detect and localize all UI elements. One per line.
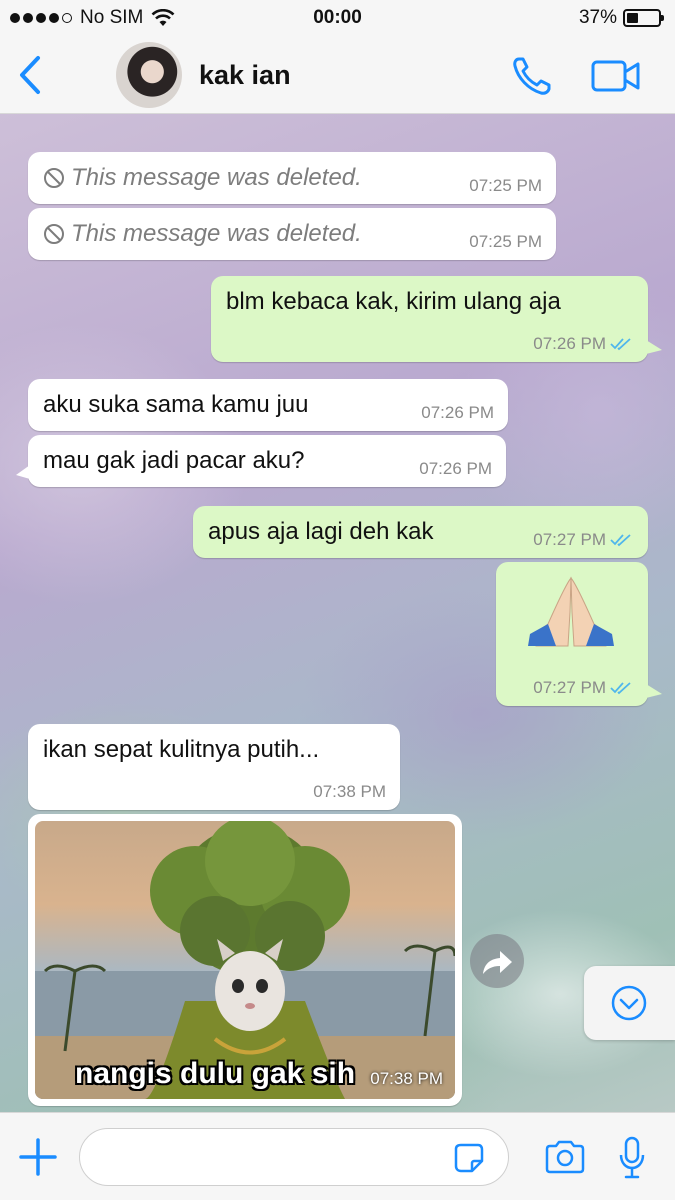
message-text: This message was deleted.	[71, 164, 362, 191]
deleted-message[interactable]: This message was deleted. 07:25 PM	[28, 208, 556, 260]
message-text: ikan sepat kulitnya putih...	[43, 736, 320, 763]
incoming-message[interactable]: mau gak jadi pacar aku? 07:26 PM	[16, 435, 506, 487]
phone-icon[interactable]	[510, 54, 554, 98]
sticker-icon[interactable]	[452, 1141, 486, 1175]
message-text: This message was deleted.	[71, 220, 362, 247]
message-text: blm kebaca kak, kirim ulang aja	[226, 288, 561, 315]
input-bar	[0, 1112, 675, 1200]
battery-icon	[623, 9, 664, 27]
message-time: 07:26 PM	[419, 459, 492, 478]
message-text: aku suka sama kamu juu	[43, 391, 309, 418]
message-time: 07:26 PM	[421, 403, 494, 422]
clock: 00:00	[313, 7, 362, 28]
chat-area[interactable]: This message was deleted. 07:25 PM This …	[0, 114, 675, 1112]
outgoing-message[interactable]: blm kebaca kak, kirim ulang aja 07:26 PM	[211, 276, 662, 362]
outgoing-message[interactable]: apus aja lagi deh kak 07:27 PM	[193, 506, 648, 558]
camera-icon[interactable]	[544, 1139, 586, 1175]
message-time: 07:27 PM	[533, 530, 606, 549]
chevron-down-icon	[611, 985, 647, 1021]
double-check-icon	[610, 682, 631, 695]
chat-header: kak ian	[0, 36, 675, 114]
incoming-message[interactable]: aku suka sama kamu juu 07:26 PM	[28, 379, 508, 431]
forward-button[interactable]	[470, 934, 524, 988]
image-message[interactable]: nangis dulu gak sih 07:38 PM	[28, 814, 462, 1106]
deleted-message[interactable]: This message was deleted. 07:25 PM	[28, 152, 556, 204]
message-time: 07:38 PM	[370, 1069, 443, 1088]
contact-name[interactable]: kak ian	[199, 60, 291, 91]
prohibited-icon	[44, 168, 64, 188]
message-text: apus aja lagi deh kak	[208, 518, 434, 545]
video-camera-icon[interactable]	[590, 56, 642, 96]
status-bar: No SIM 00:00 37%	[0, 0, 675, 36]
chevron-left-icon[interactable]	[14, 54, 48, 96]
message-time: 07:27 PM	[533, 678, 606, 697]
incoming-message[interactable]: ikan sepat kulitnya putih... 07:38 PM	[28, 724, 400, 810]
plus-icon[interactable]	[18, 1137, 58, 1177]
message-time: 07:26 PM	[533, 334, 606, 353]
scroll-to-bottom-button[interactable]	[584, 966, 675, 1040]
double-check-icon	[610, 534, 631, 547]
outgoing-message[interactable]: 07:27 PM	[496, 562, 662, 706]
message-text: mau gak jadi pacar aku?	[43, 447, 305, 474]
avatar[interactable]	[116, 42, 182, 108]
microphone-icon[interactable]	[618, 1135, 646, 1181]
message-time: 07:25 PM	[469, 176, 542, 195]
message-time: 07:38 PM	[313, 782, 386, 801]
message-time: 07:25 PM	[469, 232, 542, 251]
meme-caption: nangis dulu gak sih	[75, 1057, 356, 1090]
prohibited-icon	[44, 224, 64, 244]
meme-image[interactable]: nangis dulu gak sih 07:38 PM	[35, 821, 455, 1099]
message-input[interactable]	[79, 1128, 509, 1186]
folded-hands-icon	[528, 576, 614, 647]
double-check-icon	[610, 338, 631, 351]
forward-icon	[483, 951, 512, 974]
battery-percent: 37%	[578, 7, 617, 28]
